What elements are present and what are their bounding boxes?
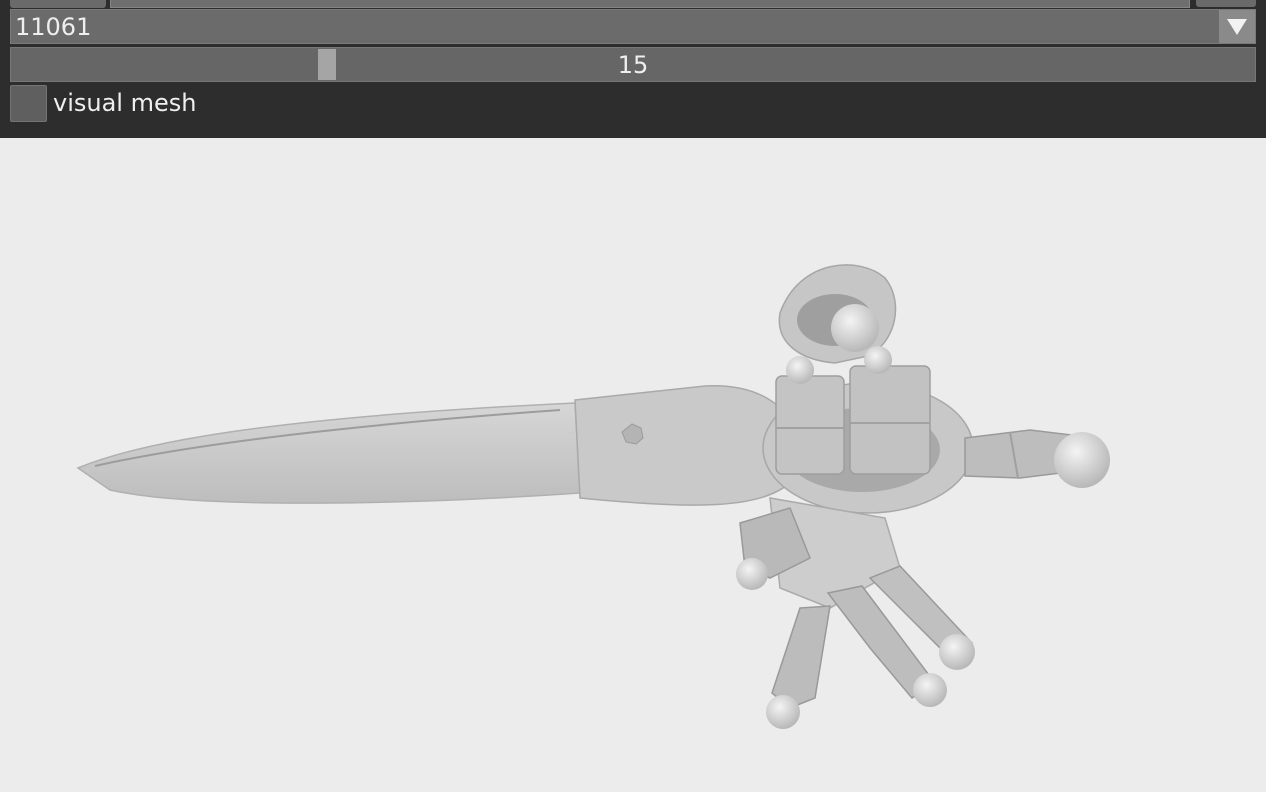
object-select-value: 11061 [15,13,92,41]
robot-hand-model [736,304,1110,729]
visual-mesh-checkbox[interactable] [10,85,47,122]
object-select-dropdown[interactable]: 11061 [10,9,1256,44]
3d-viewport[interactable] [0,138,1266,792]
slider-value: 15 [617,51,649,79]
frame-slider[interactable]: 15 [10,47,1256,82]
chevron-down-icon [1227,19,1247,35]
visual-mesh-label: visual mesh [53,89,197,117]
dropdown-button[interactable] [1219,10,1255,43]
path-load-button[interactable] [1196,0,1256,7]
control-panel: 11061 15 visual mesh [0,0,1266,138]
path-browse-button[interactable] [10,0,106,8]
path-row [10,0,1256,8]
path-input[interactable] [110,0,1190,8]
scene-render [76,264,1110,729]
